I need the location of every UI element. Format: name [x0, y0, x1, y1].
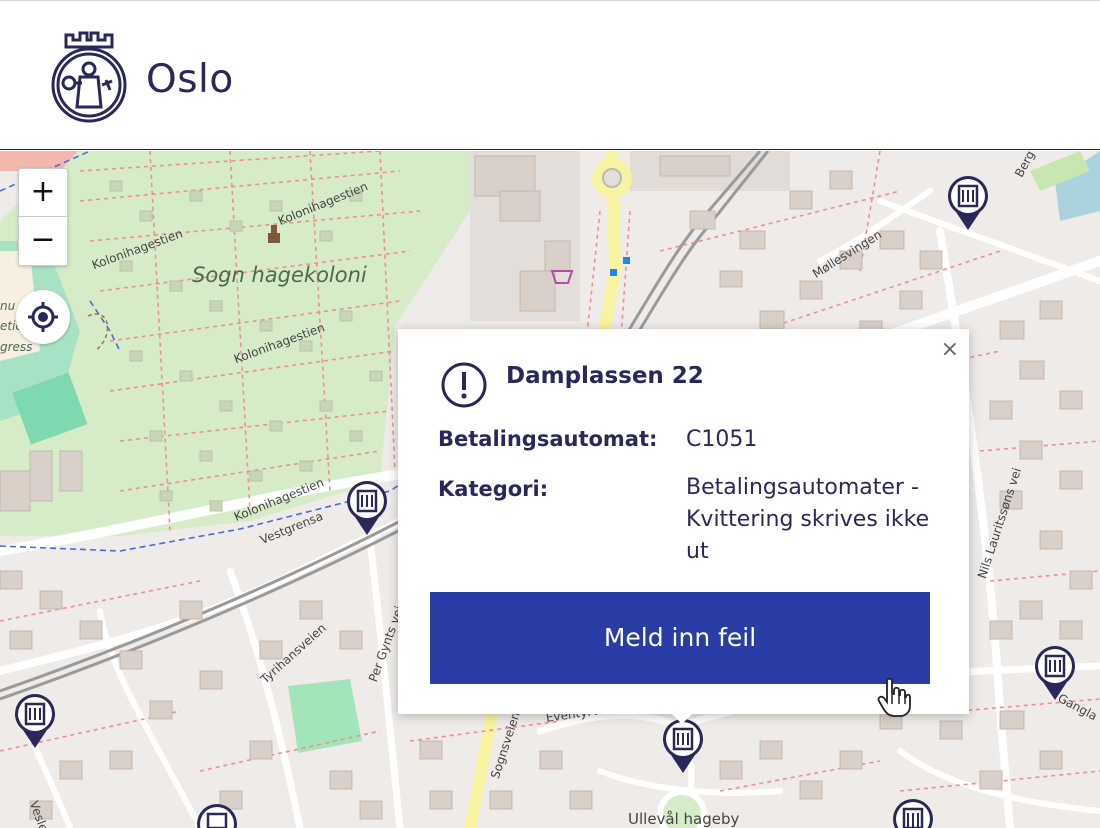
warning-icon — [441, 362, 487, 408]
parking-meter-pin-icon[interactable] — [944, 172, 992, 232]
popup-title: Damplassen 22 — [506, 363, 704, 389]
edge-label-3: gress — [0, 340, 33, 354]
crosshair-icon — [28, 302, 58, 332]
park-label: Sogn hagekoloni — [192, 263, 367, 287]
site-header: Oslo — [0, 5, 1100, 150]
locate-me-button[interactable] — [16, 290, 70, 344]
category-value: Betalingsautomater - Kvittering skrives … — [686, 475, 930, 564]
parking-meter-pin-icon[interactable] — [659, 715, 707, 775]
close-button[interactable]: × — [941, 337, 959, 362]
meter-value: C1051 — [686, 427, 758, 452]
popup-pointer — [670, 712, 694, 724]
area-label-ulleval-hageby: Ullevål hageby — [628, 810, 740, 828]
parking-meter-pin-icon[interactable] — [343, 477, 391, 537]
parking-meter-pin-icon[interactable] — [193, 800, 241, 828]
site-name[interactable]: Oslo — [146, 57, 234, 102]
zoom-in-button[interactable]: + — [19, 169, 67, 217]
oslo-logo-icon[interactable] — [46, 25, 132, 125]
report-fault-button[interactable]: Meld inn feil — [430, 592, 930, 684]
category-label: Kategori: — [438, 477, 549, 501]
parking-meter-pin-icon[interactable] — [1031, 642, 1079, 702]
hand-cursor-icon — [877, 677, 911, 717]
parking-meter-pin-icon[interactable] — [11, 690, 59, 750]
zoom-out-button[interactable]: − — [19, 217, 67, 265]
top-border — [0, 0, 1100, 4]
parking-meter-pin-icon[interactable] — [889, 795, 937, 828]
meter-label: Betalingsautomat: — [438, 427, 658, 451]
info-popup: × Damplassen 22 Betalingsautomat: C1051 … — [398, 329, 969, 714]
edge-label-1: nu — [0, 299, 16, 313]
zoom-control: + − — [18, 168, 68, 266]
